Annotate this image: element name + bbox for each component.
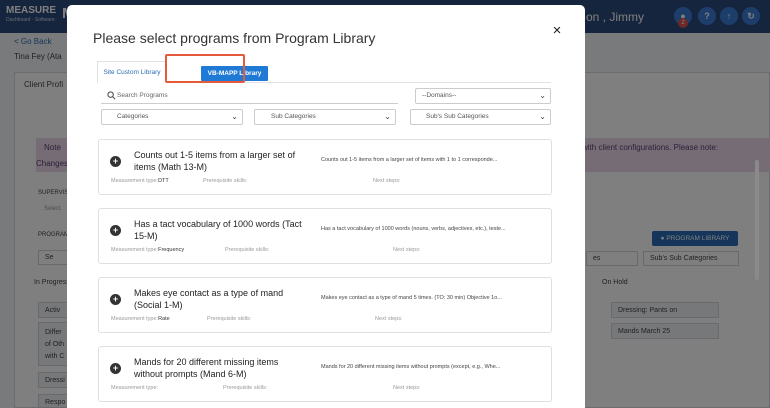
- search-box: [101, 88, 398, 104]
- add-program-icon[interactable]: +: [110, 363, 121, 374]
- program-library-modal: Please select programs from Program Libr…: [67, 5, 585, 408]
- program-card: + Has a tact vocabulary of 1000 words (T…: [98, 208, 552, 264]
- subsub-categories-select[interactable]: Sub's Sub Categories ⌄: [410, 109, 551, 125]
- measurement-label: Measurement type:: [111, 247, 159, 253]
- measurement-type: Measurement type:Rate: [111, 316, 170, 322]
- program-title: Makes eye contact as a type of mand (Soc…: [134, 288, 284, 310]
- measurement-type: Measurement type:Frequency: [111, 247, 184, 253]
- tab-site-custom-library[interactable]: Site Custom Library: [97, 61, 167, 83]
- program-title: Mands for 20 different missing items wit…: [134, 357, 279, 379]
- next-steps: Next steps:: [373, 178, 401, 184]
- tab-vb-mapp-library[interactable]: VB-MAPP Library: [201, 66, 268, 81]
- measurement-label: Measurement type:: [111, 178, 159, 184]
- next-steps: Next steps:: [375, 316, 403, 322]
- add-program-icon[interactable]: +: [110, 294, 121, 305]
- domains-select[interactable]: --Domains-- ⌄: [415, 88, 551, 104]
- close-button[interactable]: ×: [550, 23, 564, 38]
- measurement-label: Measurement type:: [111, 316, 159, 322]
- add-program-icon[interactable]: +: [110, 156, 121, 167]
- chevron-down-icon: ⌄: [539, 91, 546, 100]
- measurement-type: Measurement type:: [111, 385, 158, 391]
- program-description: Mands for 20 different missing items wit…: [321, 364, 501, 370]
- categories-select-value: Categories: [117, 113, 149, 120]
- program-title: Has a tact vocabulary of 1000 words (Tac…: [134, 219, 302, 241]
- program-title: Counts out 1-5 items from a larger set o…: [134, 150, 296, 172]
- prerequisite-skills: Prerequisite skills:: [223, 385, 268, 391]
- domains-select-value: --Domains--: [422, 92, 457, 99]
- chevron-down-icon: ⌄: [539, 112, 546, 121]
- program-list: + Counts out 1-5 items from a larger set…: [98, 139, 552, 408]
- measurement-value: Rate: [158, 316, 170, 322]
- measurement-value: DTT: [158, 178, 169, 184]
- measurement-type: Measurement type:DTT: [111, 178, 169, 184]
- sub-categories-select[interactable]: Sub Categories ⌄: [254, 109, 396, 125]
- program-description: Counts out 1-5 items from a larger set o…: [321, 157, 498, 163]
- program-description: Makes eye contact as a type of mand 5 ti…: [321, 295, 502, 301]
- program-card: + Makes eye contact as a type of mand (S…: [98, 277, 552, 333]
- prerequisite-skills: Prerequisite skills:: [203, 178, 248, 184]
- sub-categories-select-value: Sub Categories: [271, 113, 316, 120]
- library-tabs: Site Custom Library VB-MAPP Library: [97, 61, 551, 83]
- prerequisite-skills: Prerequisite skills:: [207, 316, 252, 322]
- modal-title: Please select programs from Program Libr…: [93, 30, 376, 46]
- program-card: + Mands for 20 different missing items w…: [98, 346, 552, 402]
- page-scrollbar[interactable]: [755, 160, 759, 280]
- measurement-value: Frequency: [158, 247, 185, 253]
- program-card: + Counts out 1-5 items from a larger set…: [98, 139, 552, 195]
- search-icon: [107, 91, 116, 100]
- search-programs-input[interactable]: [117, 89, 393, 102]
- chevron-down-icon: ⌄: [384, 112, 391, 121]
- categories-select[interactable]: Categories ⌄: [101, 109, 243, 125]
- measurement-label: Measurement type:: [111, 385, 159, 391]
- chevron-down-icon: ⌄: [231, 112, 238, 121]
- subsub-categories-select-value: Sub's Sub Categories: [426, 113, 489, 120]
- next-steps: Next steps:: [393, 385, 421, 391]
- add-program-icon[interactable]: +: [110, 225, 121, 236]
- prerequisite-skills: Prerequisite skills:: [225, 247, 270, 253]
- next-steps: Next steps:: [393, 247, 421, 253]
- program-description: Has a tact vocabulary of 1000 words (nou…: [321, 226, 506, 232]
